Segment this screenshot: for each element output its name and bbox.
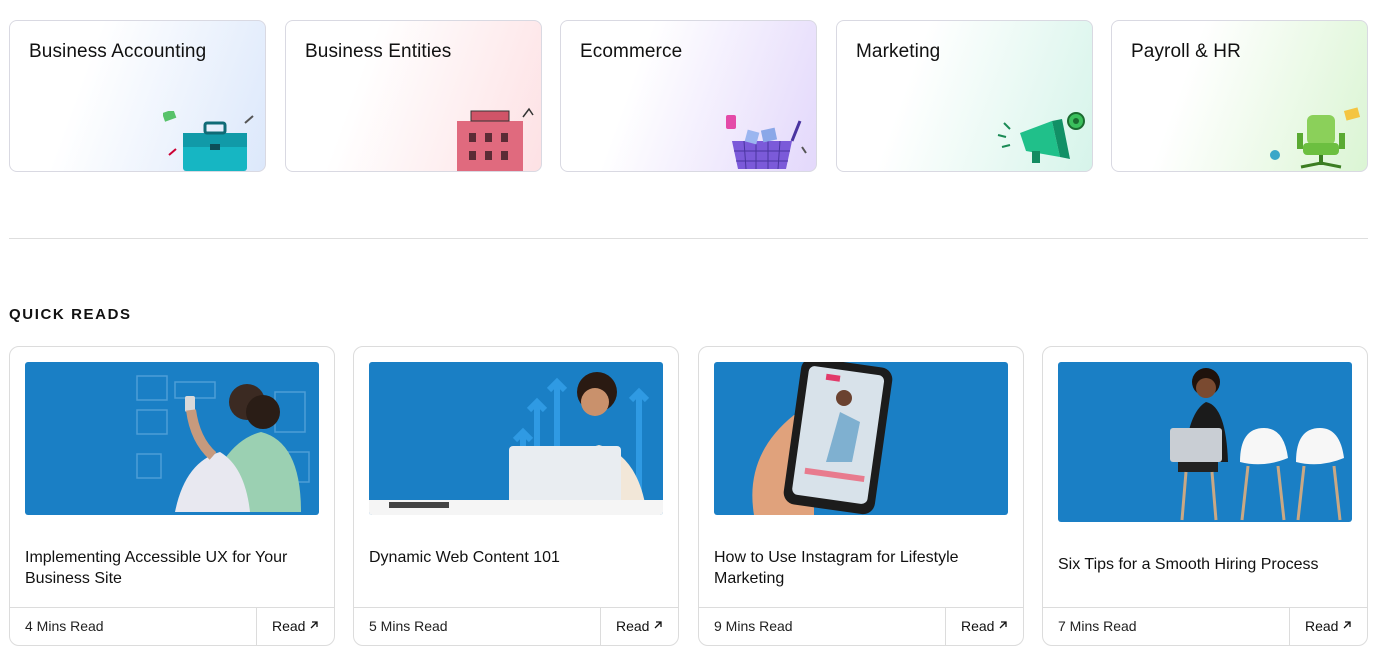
- read-link[interactable]: Read: [600, 608, 678, 645]
- category-card-ecommerce[interactable]: Ecommerce: [560, 20, 817, 172]
- shopping-cart-icon: [726, 115, 807, 170]
- building-icon: [457, 107, 534, 171]
- category-title: Marketing: [856, 41, 941, 62]
- read-link-label: Read: [616, 618, 650, 634]
- read-link-label: Read: [272, 618, 306, 634]
- category-title: Business Accounting: [29, 41, 207, 62]
- briefcase-icon: [163, 111, 254, 171]
- card-footer: 7 Mins Read Read: [1043, 607, 1367, 645]
- card-footer: 9 Mins Read Read: [699, 607, 1023, 645]
- category-title: Ecommerce: [580, 41, 683, 62]
- read-link[interactable]: Read: [945, 608, 1023, 645]
- article-title[interactable]: Implementing Accessible UX for Your Busi…: [25, 547, 321, 589]
- category-title: Payroll & HR: [1131, 41, 1241, 62]
- article-thumbnail: [25, 362, 319, 515]
- article-title[interactable]: How to Use Instagram for Lifestyle Marke…: [714, 547, 1010, 589]
- category-card-payroll-hr[interactable]: Payroll & HR: [1111, 20, 1368, 172]
- arrow-up-right-icon: [654, 621, 662, 629]
- read-time: 7 Mins Read: [1058, 618, 1137, 634]
- article-thumbnail: [1058, 362, 1352, 522]
- quick-read-card[interactable]: Implementing Accessible UX for Your Busi…: [9, 346, 335, 646]
- card-footer: 4 Mins Read Read: [10, 607, 334, 645]
- read-time: 9 Mins Read: [714, 618, 793, 634]
- category-card-business-accounting[interactable]: Business Accounting: [9, 20, 266, 172]
- quick-reads-heading: QUICK READS: [9, 306, 132, 323]
- category-title: Business Entities: [305, 41, 452, 62]
- section-divider: [9, 238, 1368, 239]
- read-link[interactable]: Read: [256, 608, 334, 645]
- article-thumbnail: [369, 362, 663, 515]
- arrow-up-right-icon: [1343, 621, 1351, 629]
- quick-read-card[interactable]: How to Use Instagram for Lifestyle Marke…: [698, 346, 1024, 646]
- arrow-up-right-icon: [999, 621, 1007, 629]
- article-title[interactable]: Six Tips for a Smooth Hiring Process: [1058, 554, 1354, 575]
- article-thumbnail: [714, 362, 1008, 515]
- arrow-up-right-icon: [310, 621, 318, 629]
- megaphone-icon: [997, 112, 1085, 163]
- read-link-label: Read: [961, 618, 995, 634]
- card-footer: 5 Mins Read Read: [354, 607, 678, 645]
- category-card-business-entities[interactable]: Business Entities: [285, 20, 542, 172]
- article-title[interactable]: Dynamic Web Content 101: [369, 547, 665, 568]
- quick-read-card[interactable]: Six Tips for a Smooth Hiring Process 7 M…: [1042, 346, 1368, 646]
- category-card-marketing[interactable]: Marketing: [836, 20, 1093, 172]
- office-chair-icon: [1270, 107, 1361, 169]
- read-time: 5 Mins Read: [369, 618, 448, 634]
- read-link[interactable]: Read: [1289, 608, 1367, 645]
- read-time: 4 Mins Read: [25, 618, 104, 634]
- category-cards: Business Accounting Business Entities Ec…: [9, 20, 1368, 172]
- quick-read-card[interactable]: Dynamic Web Content 101 5 Mins Read Read: [353, 346, 679, 646]
- read-link-label: Read: [1305, 618, 1339, 634]
